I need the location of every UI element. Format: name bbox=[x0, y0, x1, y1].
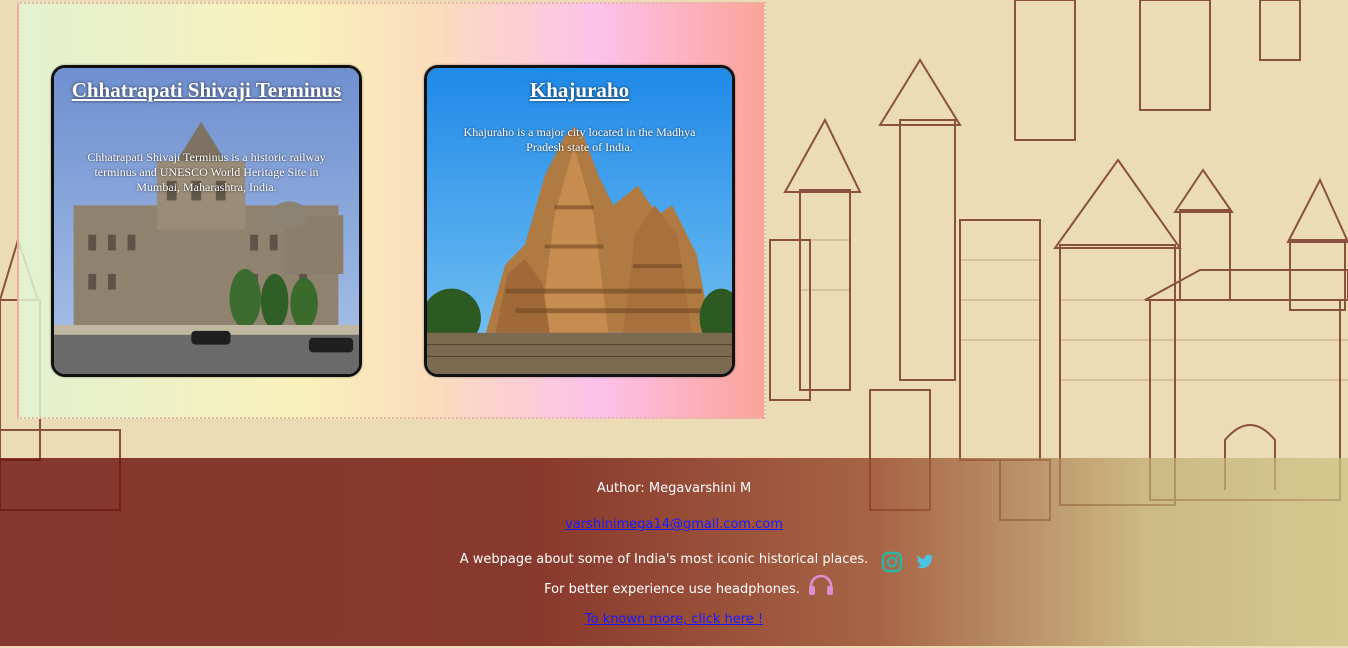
card-chhatrapati-shivaji-terminus[interactable]: Chhatrapati Shivaji Terminus Chhatrapati… bbox=[51, 65, 362, 377]
author-text: Author: Megavarshini M bbox=[596, 481, 752, 496]
card-description: Khajuraho is a major city located in the… bbox=[463, 125, 696, 154]
instagram-icon[interactable] bbox=[881, 551, 903, 577]
about-text: A webpage about some of India's most ico… bbox=[459, 552, 869, 567]
learn-more-link[interactable]: To known more, click here ! bbox=[585, 612, 763, 627]
card-description: Chhatrapati Shivaji Terminus is a histor… bbox=[87, 150, 326, 194]
cst-building-image bbox=[54, 68, 359, 374]
card-title-link[interactable]: Chhatrapati Shivaji Terminus bbox=[64, 78, 349, 103]
card-khajuraho[interactable]: Khajuraho Khajuraho is a major city loca… bbox=[424, 65, 735, 377]
headphones-icon bbox=[808, 574, 834, 600]
email-link[interactable]: varshinimega14@gmail.com.com bbox=[565, 517, 783, 532]
khajuraho-temple-image bbox=[427, 68, 732, 374]
card-title-link[interactable]: Khajuraho bbox=[437, 78, 722, 103]
footer: Author: Megavarshini M varshinimega14@gm… bbox=[0, 458, 1348, 646]
headphones-note: For better experience use headphones. bbox=[544, 582, 800, 597]
twitter-icon[interactable] bbox=[916, 554, 934, 574]
